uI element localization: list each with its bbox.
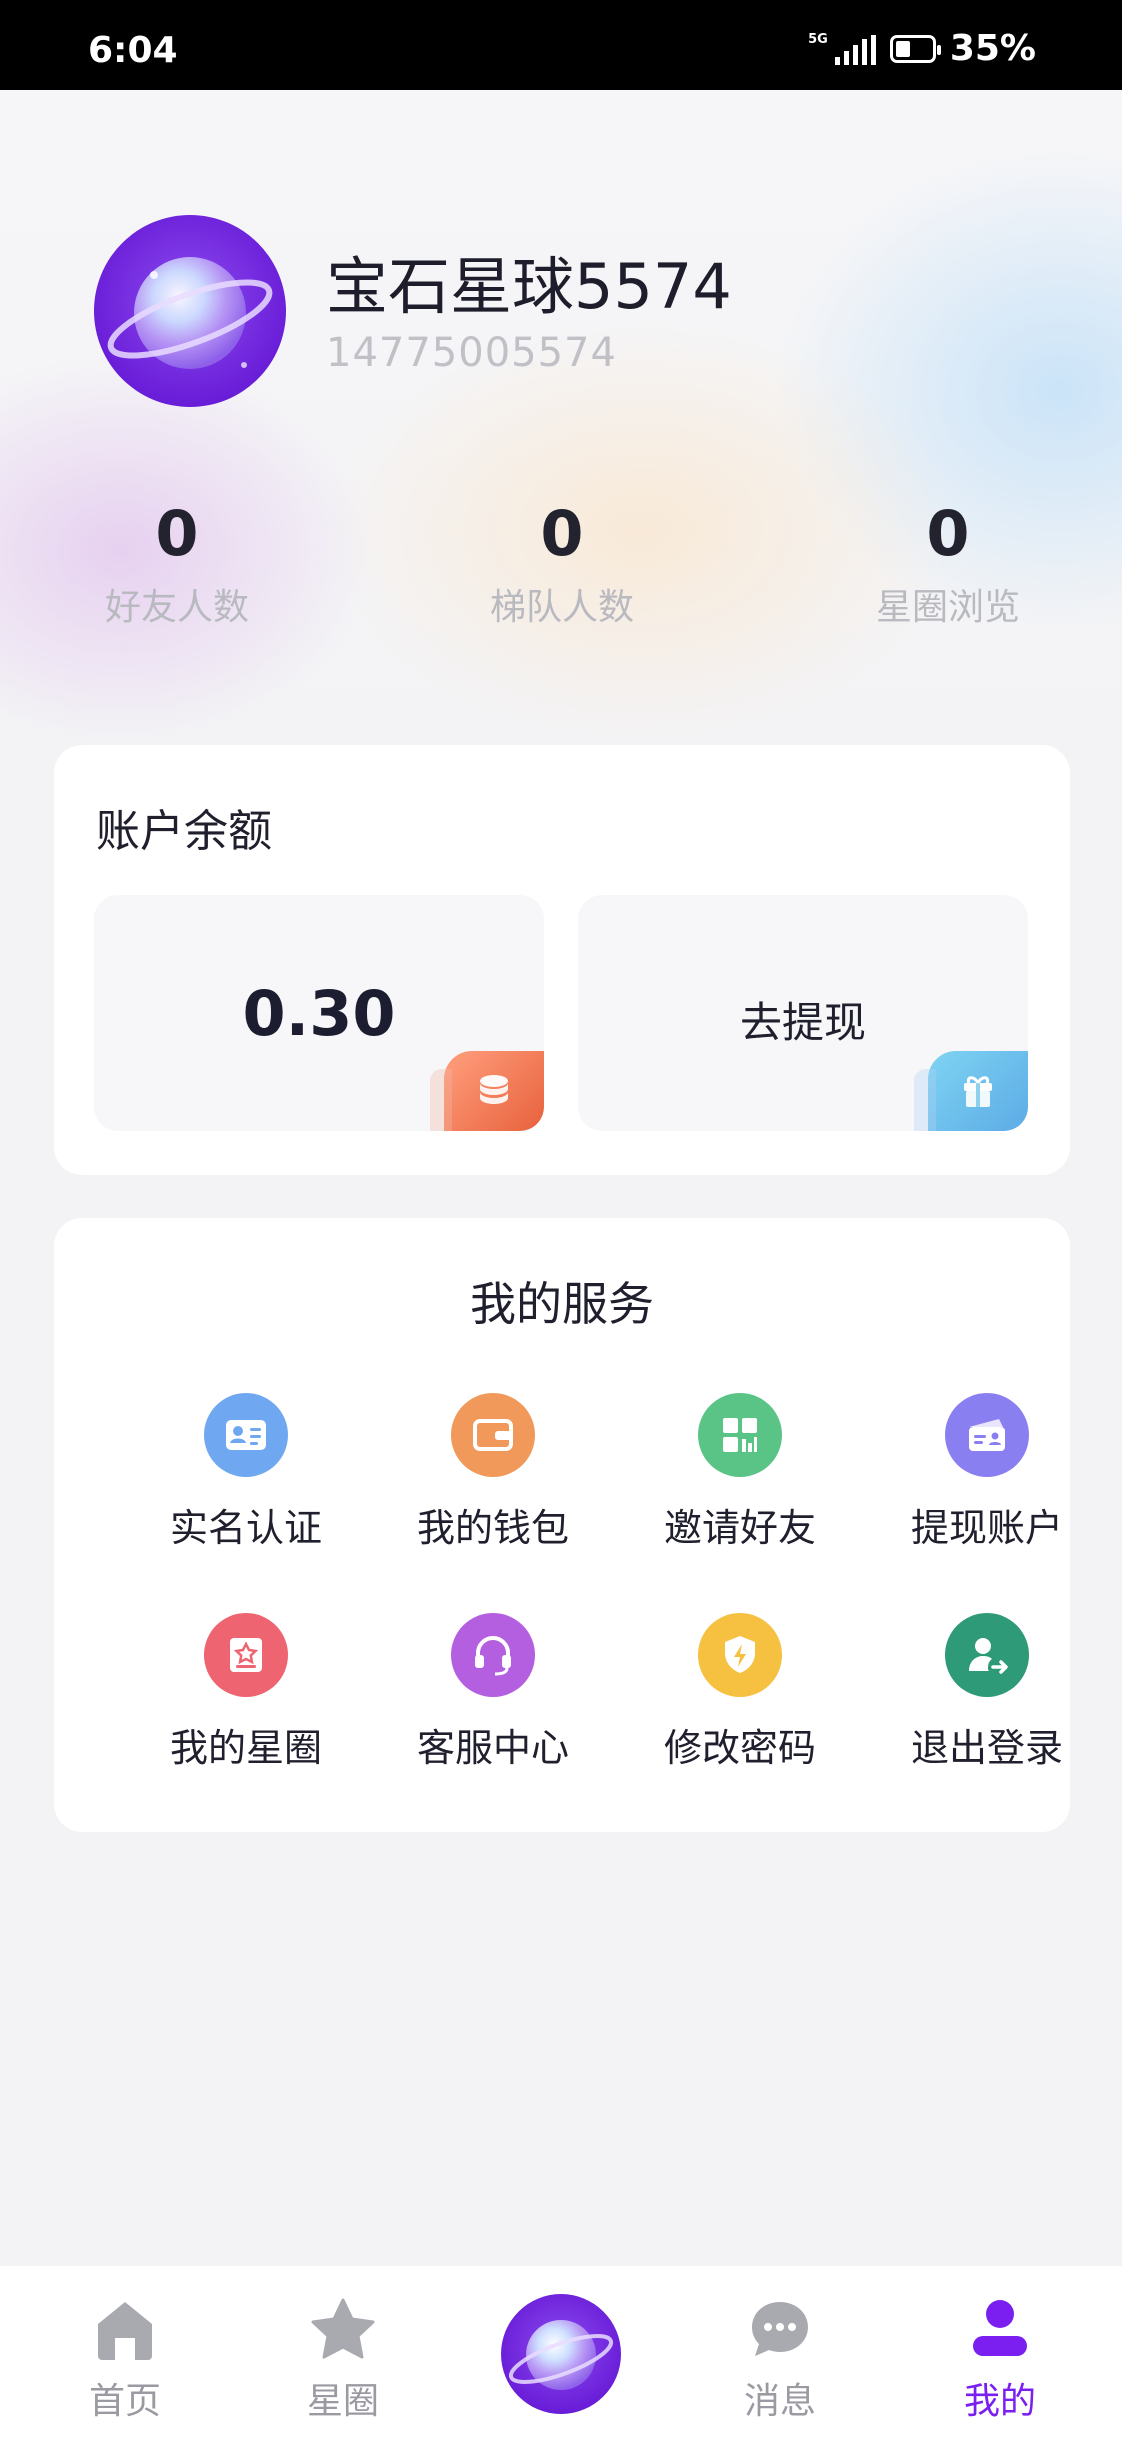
service-real-name-auth[interactable]: 实名认证 xyxy=(122,1393,370,1552)
service-label: 客服中心 xyxy=(416,1726,569,1770)
profile-header-background xyxy=(0,90,1122,770)
coins-icon xyxy=(430,1051,544,1131)
headset-icon xyxy=(451,1613,535,1697)
stat-value: 0 xyxy=(926,497,970,570)
user-logout-icon xyxy=(945,1613,1029,1697)
stat-value: 0 xyxy=(540,497,584,570)
services-title: 我的服务 xyxy=(470,1277,654,1331)
service-change-password[interactable]: 修改密码 xyxy=(616,1613,864,1772)
tab-label: 星圈 xyxy=(306,2381,379,2422)
planet-icon xyxy=(107,257,273,369)
star-icon xyxy=(311,2298,375,2359)
balance-amount: 0.30 xyxy=(242,977,396,1050)
stat-views[interactable]: 0 星圈浏览 xyxy=(828,498,1068,630)
service-customer-service[interactable]: 客服中心 xyxy=(369,1613,617,1772)
stat-value: 0 xyxy=(155,497,199,570)
chat-icon xyxy=(752,2302,808,2356)
avatar[interactable] xyxy=(94,215,286,407)
service-invite-friends[interactable]: 邀请好友 xyxy=(616,1393,864,1552)
stat-label: 梯队人数 xyxy=(489,587,634,628)
balance-card: 账户余额 0.30 去提现 xyxy=(54,745,1070,1175)
service-label: 修改密码 xyxy=(663,1726,816,1770)
withdraw-button[interactable]: 去提现 xyxy=(578,895,1028,1131)
planet-icon xyxy=(508,2320,614,2390)
service-label: 我的星圈 xyxy=(169,1726,322,1770)
balance-amount-tile[interactable]: 0.30 xyxy=(94,895,544,1131)
user-icon xyxy=(973,2300,1027,2356)
user-phone: 14775005574 xyxy=(326,330,617,376)
tab-label: 首页 xyxy=(88,2381,161,2422)
status-bar: 6:04 5G 35% xyxy=(0,0,1122,90)
service-my-wallet[interactable]: 我的钱包 xyxy=(369,1393,617,1552)
service-label: 邀请好友 xyxy=(663,1506,816,1550)
cellular-signal-icon: 5G xyxy=(808,33,876,65)
tab-label: 消息 xyxy=(743,2381,816,2422)
service-label: 我的钱包 xyxy=(416,1506,569,1550)
balance-title: 账户余额 xyxy=(96,806,272,857)
tab-star-circle[interactable]: 星圈 xyxy=(273,2296,413,2424)
stat-label: 好友人数 xyxy=(104,587,249,628)
id-card-icon xyxy=(204,1393,288,1477)
stat-friends[interactable]: 0 好友人数 xyxy=(57,498,297,630)
grid-qr-icon xyxy=(698,1393,782,1477)
tab-home[interactable]: 首页 xyxy=(55,2296,195,2424)
tab-label: 我的 xyxy=(963,2381,1036,2422)
wallet-icon xyxy=(451,1393,535,1477)
tab-messages[interactable]: 消息 xyxy=(710,2296,850,2424)
stat-label: 星圈浏览 xyxy=(875,587,1020,628)
service-label: 提现账户 xyxy=(910,1506,1063,1550)
shield-bolt-icon xyxy=(698,1613,782,1697)
home-icon xyxy=(98,2302,152,2360)
gift-icon xyxy=(914,1051,1028,1131)
bottom-tab-bar: 首页 星圈 消息 我的 xyxy=(0,2266,1122,2442)
account-card-icon xyxy=(945,1393,1029,1477)
battery-percent: 35% xyxy=(949,28,1036,69)
service-label: 实名认证 xyxy=(169,1506,322,1550)
tab-center-planet[interactable] xyxy=(501,2294,621,2414)
service-my-star-circle[interactable]: 我的星圈 xyxy=(122,1613,370,1772)
service-withdraw-account[interactable]: 提现账户 xyxy=(863,1393,1111,1552)
stat-team[interactable]: 0 梯队人数 xyxy=(442,498,682,630)
user-name: 宝石星球5574 xyxy=(326,250,732,323)
service-label: 退出登录 xyxy=(910,1726,1063,1770)
service-logout[interactable]: 退出登录 xyxy=(863,1613,1111,1772)
status-time: 6:04 xyxy=(88,30,178,71)
services-card: 我的服务 实名认证 我的钱包 邀请好友 提现账户 我的星圈 客服中心 修改密码 … xyxy=(54,1218,1070,1832)
network-type: 5G xyxy=(808,31,828,47)
withdraw-label: 去提现 xyxy=(739,998,866,1047)
battery-icon xyxy=(889,34,941,63)
star-badge-icon xyxy=(204,1613,288,1697)
tab-mine[interactable]: 我的 xyxy=(930,2296,1070,2424)
